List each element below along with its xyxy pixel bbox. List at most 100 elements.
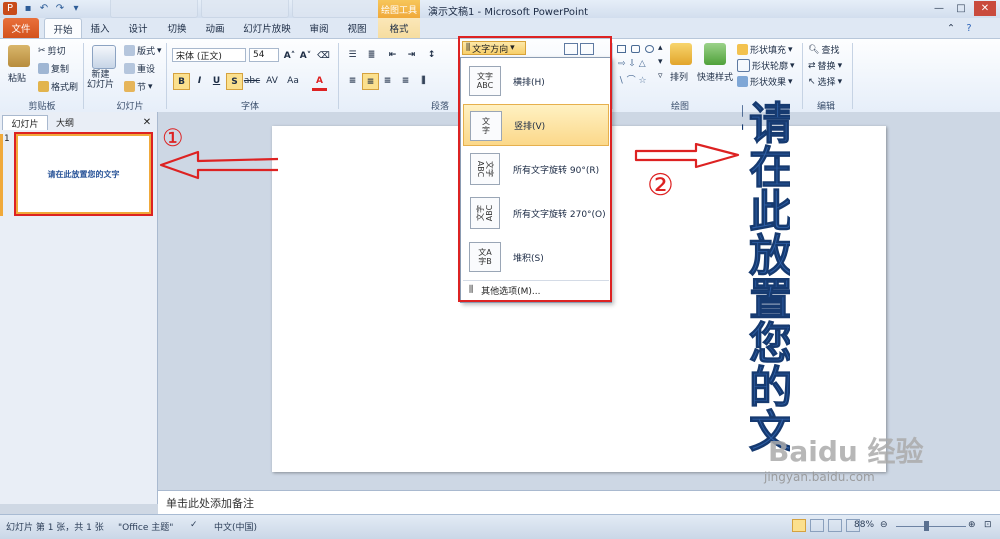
arrange-icon[interactable] [670, 43, 692, 65]
increase-indent-icon[interactable]: ⇥ [404, 47, 419, 62]
help-icon[interactable]: ? [962, 18, 976, 38]
italic-button[interactable]: I [192, 73, 207, 88]
replace-icon: ⇄ [808, 60, 816, 71]
font-size-select[interactable]: 54 [249, 48, 279, 62]
clipboard-group-label: 剪贴板 [28, 102, 56, 112]
watermark-logo: Baidu 经验 [768, 435, 924, 468]
slide-number: 1 [4, 134, 10, 144]
shape-oval-icon[interactable] [645, 45, 654, 53]
paste-icon[interactable] [8, 45, 30, 67]
zoom-level[interactable]: 88% [854, 520, 874, 530]
cut-button[interactable]: ✂ 剪切 [38, 44, 66, 58]
copy-icon [38, 63, 49, 74]
tab-view[interactable]: 视图 [340, 18, 374, 38]
undo-icon[interactable]: ↶ [37, 2, 51, 15]
quick-styles-icon[interactable] [704, 43, 726, 65]
character-spacing-button[interactable]: AV [263, 73, 281, 88]
fit-window-icon[interactable]: ⊡ [984, 520, 992, 530]
decrease-indent-icon[interactable]: ⇤ [385, 47, 400, 62]
replace-button[interactable]: ⇄ 替换 ▾ [808, 59, 843, 73]
sorter-view-icon[interactable] [810, 519, 824, 532]
shape-fill-button[interactable]: 形状填充 ▾ [737, 43, 793, 56]
line-spacing-icon[interactable]: ↕ [424, 47, 439, 62]
copy-button[interactable]: 复制 [38, 62, 69, 75]
tab-home[interactable]: 开始 [44, 18, 82, 39]
zoom-slider[interactable] [896, 526, 966, 527]
tab-transitions[interactable]: 切换 [160, 18, 194, 38]
selection-marker [0, 134, 3, 216]
tab-animations[interactable]: 动画 [198, 18, 232, 38]
shape-rounded-icon[interactable] [631, 45, 640, 53]
slide-info: 幻灯片 第 1 张，共 1 张 [6, 523, 104, 533]
shape-rectangle-icon[interactable] [617, 45, 626, 53]
ribbon-tab-row: 文件 开始 插入 设计 切换 动画 幻灯片放映 审阅 视图 格式 ⌃ ? [0, 18, 1000, 39]
maximize-icon[interactable]: □ [950, 1, 972, 16]
clear-format-icon[interactable]: ⌫ [316, 48, 331, 63]
underline-button[interactable]: U [209, 73, 224, 88]
zoom-slider-thumb[interactable] [924, 521, 929, 531]
zoom-out-icon[interactable]: ⊖ [880, 520, 888, 530]
language[interactable]: 中文(中国) [214, 520, 257, 533]
align-center-icon[interactable]: ≡ [362, 73, 379, 90]
shapes-scroll[interactable]: ▴ ▾ ▿ [658, 43, 663, 81]
zoom-in-icon[interactable]: ⊕ [968, 520, 976, 530]
font-name-select[interactable]: 宋体 (正文) [172, 48, 246, 62]
columns-icon[interactable]: ⫼ [416, 73, 431, 88]
tab-slides-panel[interactable]: 幻灯片 [2, 115, 48, 130]
divider [612, 43, 613, 109]
normal-view-icon[interactable] [792, 519, 806, 532]
bullets-icon[interactable]: ☰ [345, 47, 360, 62]
numbering-icon[interactable]: ≣ [364, 47, 379, 62]
shadow-button[interactable]: S [226, 73, 243, 90]
find-label: 查找 [821, 46, 840, 56]
select-button[interactable]: ↖ 选择 ▾ [808, 75, 842, 89]
redo-icon[interactable]: ↷ [53, 2, 67, 15]
layout-button[interactable]: 版式 ▾ [124, 44, 162, 57]
format-painter-button[interactable]: 格式刷 [38, 80, 78, 93]
chevron-down-icon: ▾ [837, 60, 843, 71]
minimize-ribbon-icon[interactable]: ⌃ [944, 18, 958, 38]
new-slide-button[interactable]: 新建 幻灯片 [87, 70, 114, 90]
save-icon[interactable]: ▪ [21, 2, 35, 15]
new-slide-icon[interactable] [92, 45, 116, 69]
shape-outline-button[interactable]: 形状轮廓 ▾ [737, 59, 795, 72]
align-left-icon[interactable]: ≡ [345, 73, 360, 88]
tab-file[interactable]: 文件 [3, 18, 39, 38]
shape-arrows-icon[interactable]: ⇨ ⇩ △ [618, 59, 646, 69]
arrange-button[interactable]: 排列 [670, 70, 688, 83]
strikethrough-button[interactable]: abc [243, 73, 261, 88]
spellcheck-icon[interactable]: ✓ [190, 520, 198, 530]
minimize-icon[interactable]: — [928, 1, 950, 16]
quick-styles-button[interactable]: 快速样式 [697, 70, 733, 83]
font-color-button[interactable]: A [312, 73, 327, 91]
section-button[interactable]: 节 ▾ [124, 80, 153, 93]
find-button[interactable]: 🔍︎ 查找 [808, 43, 840, 57]
close-icon[interactable]: ✕ [974, 1, 996, 16]
paint-bucket-icon [737, 44, 748, 55]
close-panel-icon[interactable]: ✕ [140, 115, 154, 129]
tab-slideshow[interactable]: 幻灯片放映 [236, 18, 298, 38]
change-case-button[interactable]: Aa [284, 73, 302, 88]
tab-outline-panel[interactable]: 大纲 [48, 115, 82, 129]
paste-button[interactable]: 粘贴 [8, 71, 26, 84]
notes-pane[interactable]: 单击此处添加备注 [158, 490, 1000, 515]
shape-lines-icon[interactable]: ∖ ⌒ ☆ [618, 73, 647, 86]
tab-format[interactable]: 格式 [378, 18, 420, 38]
tab-review[interactable]: 审阅 [302, 18, 336, 38]
paragraph-group-label: 段落 [430, 102, 449, 112]
tab-design[interactable]: 设计 [120, 18, 156, 38]
bold-button[interactable]: B [173, 73, 190, 90]
customize-icon[interactable]: ▾ [69, 2, 83, 15]
powerpoint-logo-icon[interactable]: P [3, 2, 17, 15]
tab-insert[interactable]: 插入 [84, 18, 116, 38]
shape-effects-button[interactable]: 形状效果 ▾ [737, 75, 793, 88]
shrink-font-icon[interactable]: A˅ [298, 48, 313, 63]
justify-icon[interactable]: ≡ [398, 73, 413, 88]
cursor-icon: ↖ [808, 76, 816, 87]
chevron-down-icon: ▾ [157, 45, 162, 56]
effects-icon [737, 76, 748, 87]
reading-view-icon[interactable] [828, 519, 842, 532]
grow-font-icon[interactable]: A˄ [282, 48, 297, 63]
align-right-icon[interactable]: ≡ [380, 73, 395, 88]
reset-button[interactable]: 重设 [124, 62, 155, 75]
